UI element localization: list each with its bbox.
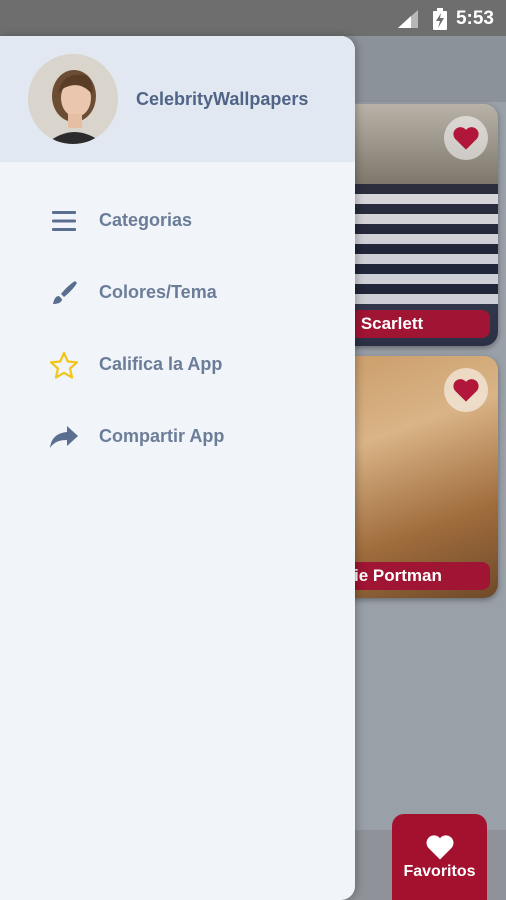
status-time: 5:53 [455,8,494,29]
navigation-drawer: CelebrityWallpapers Categorias Colores/T… [0,36,355,900]
status-bar: 5:53 [0,0,506,36]
heart-icon [453,127,479,150]
paintbrush-icon [48,279,80,307]
favorites-label: Favoritos [403,863,476,880]
battery-charging-icon [433,8,447,30]
favorite-toggle-button[interactable] [444,368,488,412]
menu-item-label: Compartir App [99,426,225,446]
menu-item-califica-app[interactable]: Califica la App [0,337,355,393]
menu-item-colores-tema[interactable]: Colores/Tema [0,265,355,321]
star-icon [48,351,80,379]
heart-icon [453,379,479,402]
app-name: CelebrityWallpapers [136,89,309,109]
signal-icon [398,10,418,28]
menu-item-label: Califica la App [99,354,223,374]
menu-item-label: Colores/Tema [99,282,217,302]
avatar-image [28,54,118,144]
heart-icon [425,835,454,860]
menu-item-categorias[interactable]: Categorias [0,193,355,249]
menu-item-compartir-app[interactable]: Compartir App [0,409,355,465]
favorite-toggle-button[interactable] [444,116,488,160]
share-icon [48,423,80,451]
menu-item-label: Categorias [99,210,193,230]
drawer-header: CelebrityWallpapers [0,36,355,162]
list-icon [48,207,80,235]
favorites-tab[interactable]: Favoritos [392,814,487,900]
avatar [28,54,118,144]
